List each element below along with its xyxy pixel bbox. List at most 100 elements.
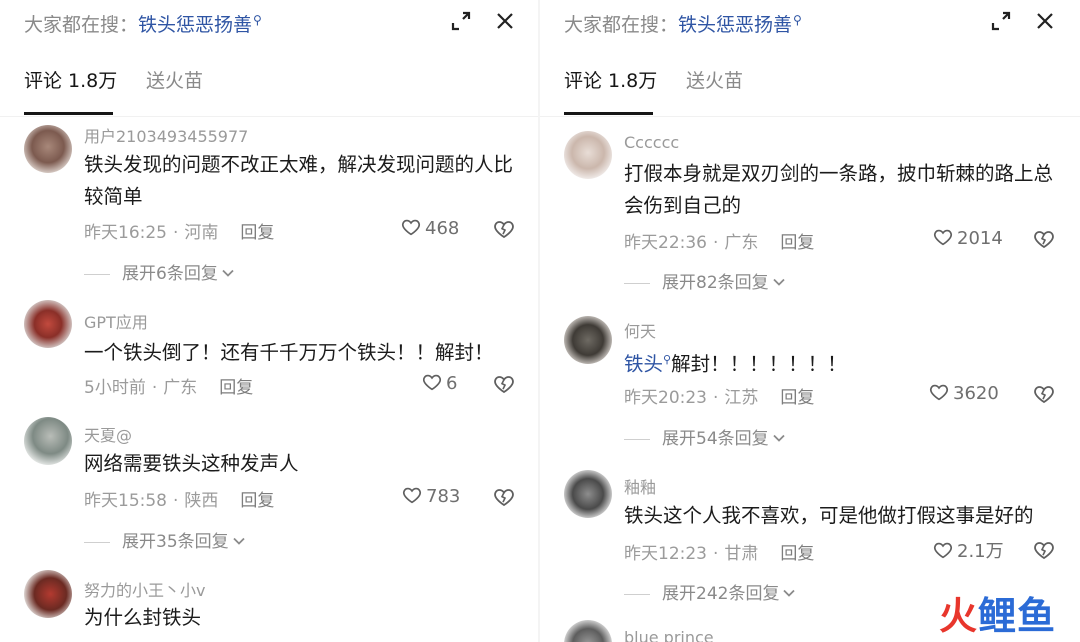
username[interactable]: 何天 (624, 318, 656, 342)
dislike-heart-icon[interactable] (492, 372, 516, 396)
username[interactable]: Cccccc (624, 133, 679, 152)
comment-meta: 5小时前 · 广东 回复 (84, 378, 254, 398)
reply-button[interactable]: 回复 (240, 223, 274, 243)
expand-replies-label: 展开242条回复 (662, 584, 780, 604)
chevron-down-icon (233, 537, 245, 545)
expand-replies-label: 展开6条回复 (122, 264, 218, 284)
like-button[interactable]: 6 (421, 371, 457, 394)
like-button[interactable]: 2014 (932, 226, 1003, 249)
dislike-heart-icon[interactable] (492, 485, 516, 509)
active-tab-indicator (564, 112, 653, 115)
reply-button[interactable]: 回复 (240, 491, 274, 511)
comment-panel-left: 大家都在搜：铁头惩恶扬善⚲ 评论 1.8万 送火苗 用户210349345597… (0, 0, 540, 642)
search-icon: ⚲ (253, 12, 262, 27)
tab-comments[interactable]: 评论 1.8万 (564, 66, 657, 93)
comment-meta: 昨天22:36 · 广东 回复 (624, 233, 815, 253)
username[interactable]: 努力的小王丶小v (84, 577, 205, 601)
comment-text: 为什么封铁头 (84, 606, 202, 629)
close-icon[interactable] (494, 10, 516, 32)
comment-region: 江苏 (724, 388, 759, 408)
dislike-heart-icon[interactable] (492, 217, 516, 241)
comment-time: 昨天12:23 (624, 544, 707, 564)
dislike-heart-icon[interactable] (1032, 227, 1056, 251)
comment-time: 昨天16:25 (84, 223, 167, 243)
heart-icon (423, 374, 441, 391)
search-icon: ⚲ (663, 353, 672, 366)
username[interactable]: blue prince (624, 628, 714, 642)
comment-region: 甘肃 (724, 544, 759, 564)
dislike-heart-icon[interactable] (1032, 538, 1056, 562)
chevron-down-icon (783, 589, 796, 597)
tab-comments[interactable]: 评论 1.8万 (24, 66, 117, 93)
watermark-logo: 火鲤鱼 (939, 585, 1056, 640)
avatar[interactable] (564, 470, 612, 518)
tab-send-fire[interactable]: 送火苗 (146, 66, 203, 93)
expand-replies[interactable]: 展开6条回复 (84, 259, 235, 284)
watermark-part2: 鲤鱼 (977, 594, 1056, 638)
like-button[interactable]: 783 (401, 484, 460, 507)
comment-text: 铁头⚲解封！！！！！！！ (624, 344, 1056, 381)
comment-time: 5小时前 (84, 378, 146, 398)
like-button[interactable]: 468 (400, 216, 459, 239)
chevron-down-icon (222, 269, 234, 277)
comment-text-rest: 解封！！！！！！！ (671, 352, 847, 376)
comment-panel-right: 大家都在搜：铁头惩恶扬善⚲ 评论 1.8万 送火苗 Cccccc 打假本身就是双… (540, 0, 1080, 642)
search-term-link[interactable]: 铁头惩恶扬善 (138, 14, 252, 36)
avatar[interactable] (24, 570, 72, 618)
search-suggestion[interactable]: 大家都在搜：铁头惩恶扬善⚲ (24, 10, 516, 36)
avatar[interactable] (24, 125, 72, 173)
comment-time: 昨天15:58 (84, 491, 167, 511)
avatar[interactable] (24, 417, 72, 465)
like-count: 2014 (957, 228, 1003, 249)
avatar[interactable] (24, 300, 72, 348)
comment-text: 一个铁头倒了！还有千千万万个铁头！！解封！ (84, 341, 494, 364)
chevron-down-icon (773, 278, 785, 286)
comment-region: 陕西 (184, 491, 219, 511)
heart-icon (402, 219, 420, 236)
like-button[interactable]: 2.1万 (932, 537, 1004, 563)
reply-button[interactable]: 回复 (780, 544, 814, 564)
expand-icon[interactable] (990, 10, 1012, 32)
close-icon[interactable] (1034, 10, 1056, 32)
comment-meta: 昨天15:58 · 陕西 回复 (84, 491, 275, 511)
reply-button[interactable]: 回复 (219, 378, 253, 398)
heart-icon (934, 542, 952, 559)
expand-replies[interactable]: 展开242条回复 (624, 579, 796, 604)
expand-replies[interactable]: 展开82条回复 (624, 268, 786, 293)
expand-icon[interactable] (450, 10, 472, 32)
search-suggestion[interactable]: 大家都在搜：铁头惩恶扬善⚲ (564, 10, 1056, 36)
comment-meta: 昨天12:23 · 甘肃 回复 (624, 544, 815, 564)
dislike-heart-icon[interactable] (1032, 382, 1056, 406)
comment-text: 打假本身就是双刃剑的一条路，披巾斩棘的路上总会伤到自己的 (624, 162, 1054, 217)
reply-button[interactable]: 回复 (780, 388, 814, 408)
search-term-link[interactable]: 铁头惩恶扬善 (678, 14, 792, 36)
heart-icon (934, 229, 952, 246)
heart-icon (403, 487, 421, 504)
watermark-part1: 火 (938, 594, 978, 638)
like-count: 3620 (953, 383, 999, 404)
like-count: 468 (425, 218, 460, 239)
avatar[interactable] (564, 316, 612, 364)
active-tab-indicator (24, 112, 113, 115)
comment-text: 铁头发现的问题不改正太难，解决发现问题的人比较简单 (84, 153, 514, 208)
username[interactable]: 用户2103493455977 (84, 123, 248, 147)
comment-time: 昨天20:23 (624, 388, 707, 408)
search-icon: ⚲ (793, 12, 802, 27)
header-divider (540, 116, 1080, 117)
comment-region: 广东 (724, 233, 759, 253)
username[interactable]: 釉釉 (624, 474, 656, 498)
comment-text: 网络需要铁头这种发声人 (84, 452, 299, 475)
chevron-down-icon (773, 434, 785, 442)
mention-link[interactable]: 铁头 (624, 353, 663, 376)
username[interactable]: GPT应用 (84, 309, 148, 333)
comment-time: 昨天22:36 (624, 233, 707, 253)
expand-replies-label: 展开35条回复 (122, 532, 229, 552)
avatar[interactable] (564, 620, 612, 642)
tab-send-fire[interactable]: 送火苗 (686, 66, 743, 93)
like-button[interactable]: 3620 (928, 381, 999, 404)
reply-button[interactable]: 回复 (780, 233, 814, 253)
username[interactable]: 天夏@ (84, 422, 132, 446)
expand-replies[interactable]: 展开54条回复 (624, 424, 786, 449)
avatar[interactable] (564, 131, 612, 179)
expand-replies[interactable]: 展开35条回复 (84, 527, 246, 552)
